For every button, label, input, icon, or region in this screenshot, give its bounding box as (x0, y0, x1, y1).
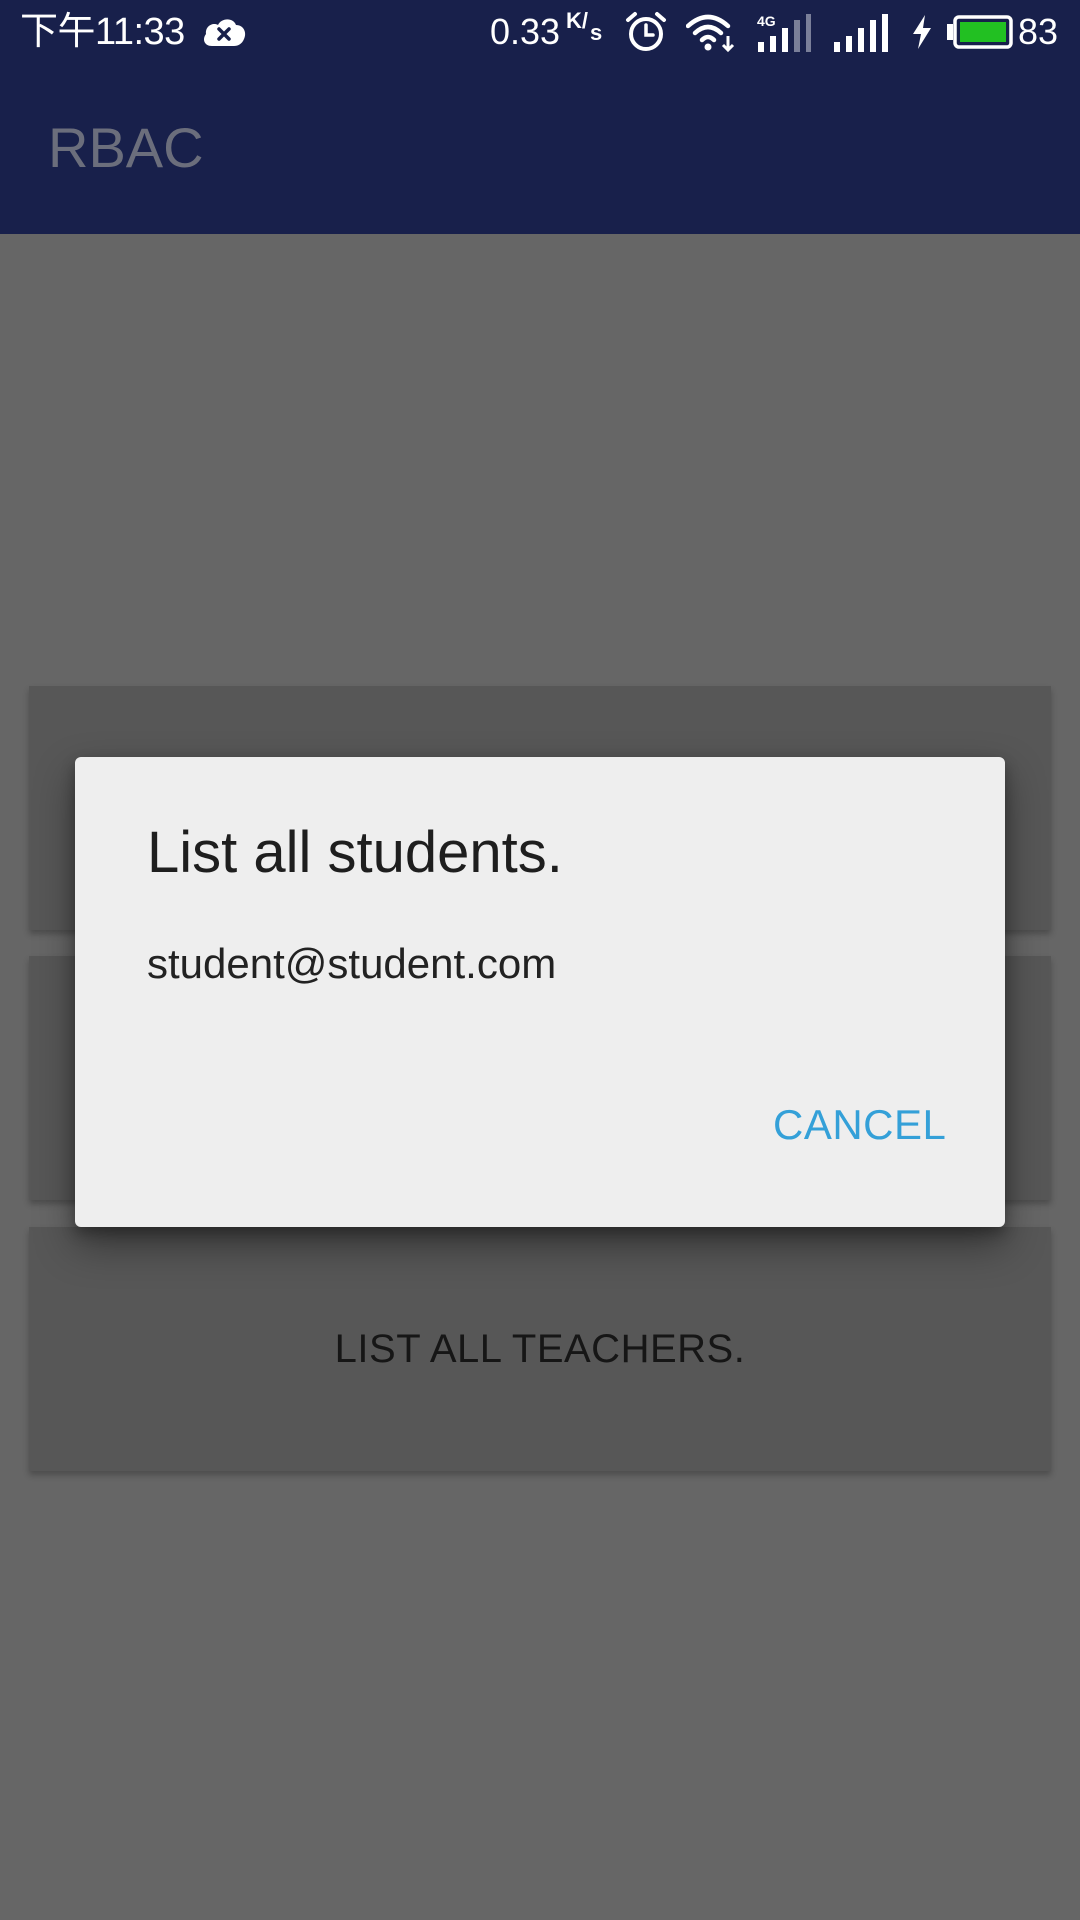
battery-percent: 83 (1018, 11, 1059, 52)
list-all-teachers-button[interactable]: LIST ALL TEACHERS. (29, 1227, 1051, 1471)
speed-unit-bottom: s (590, 20, 603, 45)
status-bar: 下午11:33 0.33 K/s 4G 83 (0, 0, 1080, 64)
alarm-icon (626, 12, 666, 51)
status-time: 下午11:33 (20, 11, 185, 53)
app-title: RBAC (48, 116, 204, 179)
dialog-title: List all students. (147, 820, 563, 885)
signal-icon (834, 14, 888, 52)
cancel-button[interactable]: CANCEL (773, 1101, 946, 1149)
speed-unit-top: K (566, 8, 582, 33)
signal-4g-icon (758, 14, 811, 52)
charging-icon (913, 15, 931, 49)
dialog-message[interactable]: student@student.com (147, 939, 556, 989)
battery-icon (947, 15, 1013, 49)
battery-fill (960, 22, 1006, 42)
wifi-icon (686, 14, 735, 53)
network-speed: 0.33 (490, 11, 561, 52)
cloud-error-icon (204, 19, 246, 46)
network-speed-unit: K/s (566, 8, 603, 45)
app-bar: RBAC (0, 64, 1080, 234)
dialog: List all students. student@student.com C… (75, 757, 1005, 1227)
